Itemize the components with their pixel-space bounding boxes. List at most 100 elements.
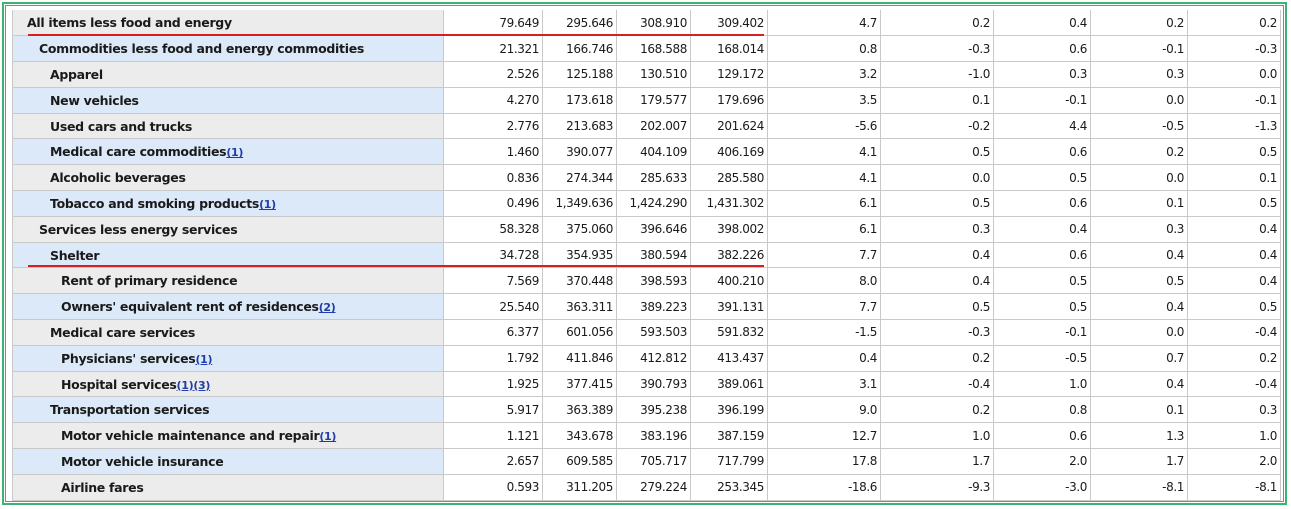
value-cell: 0.4: [1187, 267, 1281, 295]
value-cell: 591.832: [690, 319, 768, 346]
highlight-underline-shelter: [28, 265, 764, 267]
value-cell: -0.5: [993, 345, 1091, 372]
footnote-link[interactable]: (2): [319, 301, 336, 314]
value-cell: 0.4: [1090, 242, 1188, 269]
table-row: Physicians' services(1) 1.792 411.846 412.8…: [12, 345, 1281, 372]
value-cell: 12.7: [767, 422, 881, 450]
footnote-link[interactable]: (1): [259, 198, 276, 211]
value-cell: 0.4: [993, 10, 1091, 37]
row-label-cell: Medical care commodities(1): [12, 138, 444, 166]
row-label: Shelter: [50, 247, 100, 263]
value-cell: 1.0: [880, 422, 994, 450]
footnote-link[interactable]: (1): [319, 430, 336, 443]
table-row: Commodities less food and energy commodi…: [12, 35, 1281, 63]
value-cell: 1.460: [443, 138, 543, 166]
value-cell: -8.1: [1187, 474, 1281, 501]
row-label-cell: All items less food and energy: [12, 10, 444, 37]
row-label-cell: Medical care services: [12, 319, 444, 346]
value-cell: 391.131: [690, 293, 768, 321]
value-cell: 0.593: [443, 474, 543, 501]
value-cell: 0.0: [1090, 87, 1188, 114]
value-cell: 309.402: [690, 10, 768, 37]
value-cell: 2.0: [1187, 448, 1281, 475]
value-cell: 0.8: [993, 396, 1091, 424]
value-cell: 0.5: [880, 293, 994, 321]
value-cell: 0.2: [1090, 138, 1188, 166]
value-cell: 7.7: [767, 293, 881, 321]
value-cell: 363.311: [542, 293, 617, 321]
table-row: Motor vehicle maintenance and repair(1) 1…: [12, 422, 1281, 450]
value-cell: 0.4: [880, 242, 994, 269]
table-row: All items less food and energy 79.649 295.…: [12, 10, 1281, 37]
footnote-link[interactable]: (1): [226, 146, 243, 159]
value-cell: 0.5: [993, 267, 1091, 295]
row-label-cell: Tobacco and smoking products(1): [12, 190, 444, 217]
row-label-cell: Owners' equivalent rent of residences(2): [12, 293, 444, 321]
value-cell: 370.448: [542, 267, 617, 295]
value-cell: 0.4: [1090, 371, 1188, 398]
value-cell: 1,424.290: [616, 190, 691, 217]
value-cell: 387.159: [690, 422, 768, 450]
value-cell: 404.109: [616, 138, 691, 166]
value-cell: -0.1: [993, 319, 1091, 346]
row-label: Apparel: [50, 66, 103, 82]
value-cell: 390.077: [542, 138, 617, 166]
value-cell: 601.056: [542, 319, 617, 346]
row-label-cell: New vehicles: [12, 87, 444, 114]
row-label-cell: Motor vehicle maintenance and repair(1): [12, 422, 444, 450]
value-cell: -0.1: [1187, 87, 1281, 114]
value-cell: 0.5: [1187, 190, 1281, 217]
row-label-cell: Transportation services: [12, 396, 444, 424]
value-cell: 389.061: [690, 371, 768, 398]
row-label: All items less food and energy: [27, 15, 232, 31]
value-cell: 389.223: [616, 293, 691, 321]
value-cell: 21.321: [443, 35, 543, 63]
table-row: Airline fares 0.593 311.205 279.224 253.345-…: [12, 474, 1281, 501]
value-cell: 0.1: [1090, 190, 1188, 217]
value-cell: -1.5: [767, 319, 881, 346]
footnote-link[interactable]: (3): [193, 379, 210, 392]
value-cell: -0.3: [880, 319, 994, 346]
value-cell: 3.1: [767, 371, 881, 398]
row-label: Commodities less food and energy commodi…: [39, 41, 365, 57]
value-cell: 390.793: [616, 371, 691, 398]
value-cell: 3.5: [767, 87, 881, 114]
value-cell: 0.4: [1187, 216, 1281, 243]
value-cell: 1,431.302: [690, 190, 768, 217]
value-cell: 0.6: [993, 138, 1091, 166]
value-cell: -0.4: [1187, 371, 1281, 398]
value-cell: -0.5: [1090, 113, 1188, 140]
value-cell: 0.836: [443, 164, 543, 192]
value-cell: 2.526: [443, 61, 543, 88]
value-cell: 0.3: [1187, 396, 1281, 424]
footnote-link[interactable]: (1): [177, 379, 194, 392]
value-cell: -0.1: [993, 87, 1091, 114]
row-label: Medical care services: [50, 324, 196, 340]
value-cell: 593.503: [616, 319, 691, 346]
value-cell: 1.7: [1090, 448, 1188, 475]
value-cell: 1.121: [443, 422, 543, 450]
value-cell: 274.344: [542, 164, 617, 192]
value-cell: 1.792: [443, 345, 543, 372]
row-label: Rent of primary residence: [61, 273, 238, 289]
value-cell: 1.3: [1090, 422, 1188, 450]
value-cell: 0.2: [880, 345, 994, 372]
value-cell: 2.657: [443, 448, 543, 475]
value-cell: 363.389: [542, 396, 617, 424]
value-cell: 0.2: [1187, 10, 1281, 37]
value-cell: 279.224: [616, 474, 691, 501]
row-label: Alcoholic beverages: [50, 170, 186, 186]
row-label: Physicians' services: [61, 350, 196, 366]
table-row: Medical care services 6.377 601.056 593.503…: [12, 319, 1281, 346]
footnote-link[interactable]: (1): [195, 353, 212, 366]
value-cell: 377.415: [542, 371, 617, 398]
row-label: New vehicles: [50, 92, 139, 108]
row-label: Used cars and trucks: [50, 118, 193, 134]
table-row: Medical care commodities(1) 1.460 390.077 4…: [12, 138, 1281, 166]
row-label: Medical care commodities: [50, 144, 227, 160]
value-cell: 0.4: [1187, 242, 1281, 269]
value-cell: -0.4: [880, 371, 994, 398]
value-cell: -0.3: [1187, 35, 1281, 63]
value-cell: 6.377: [443, 319, 543, 346]
value-cell: 0.5: [1090, 267, 1188, 295]
